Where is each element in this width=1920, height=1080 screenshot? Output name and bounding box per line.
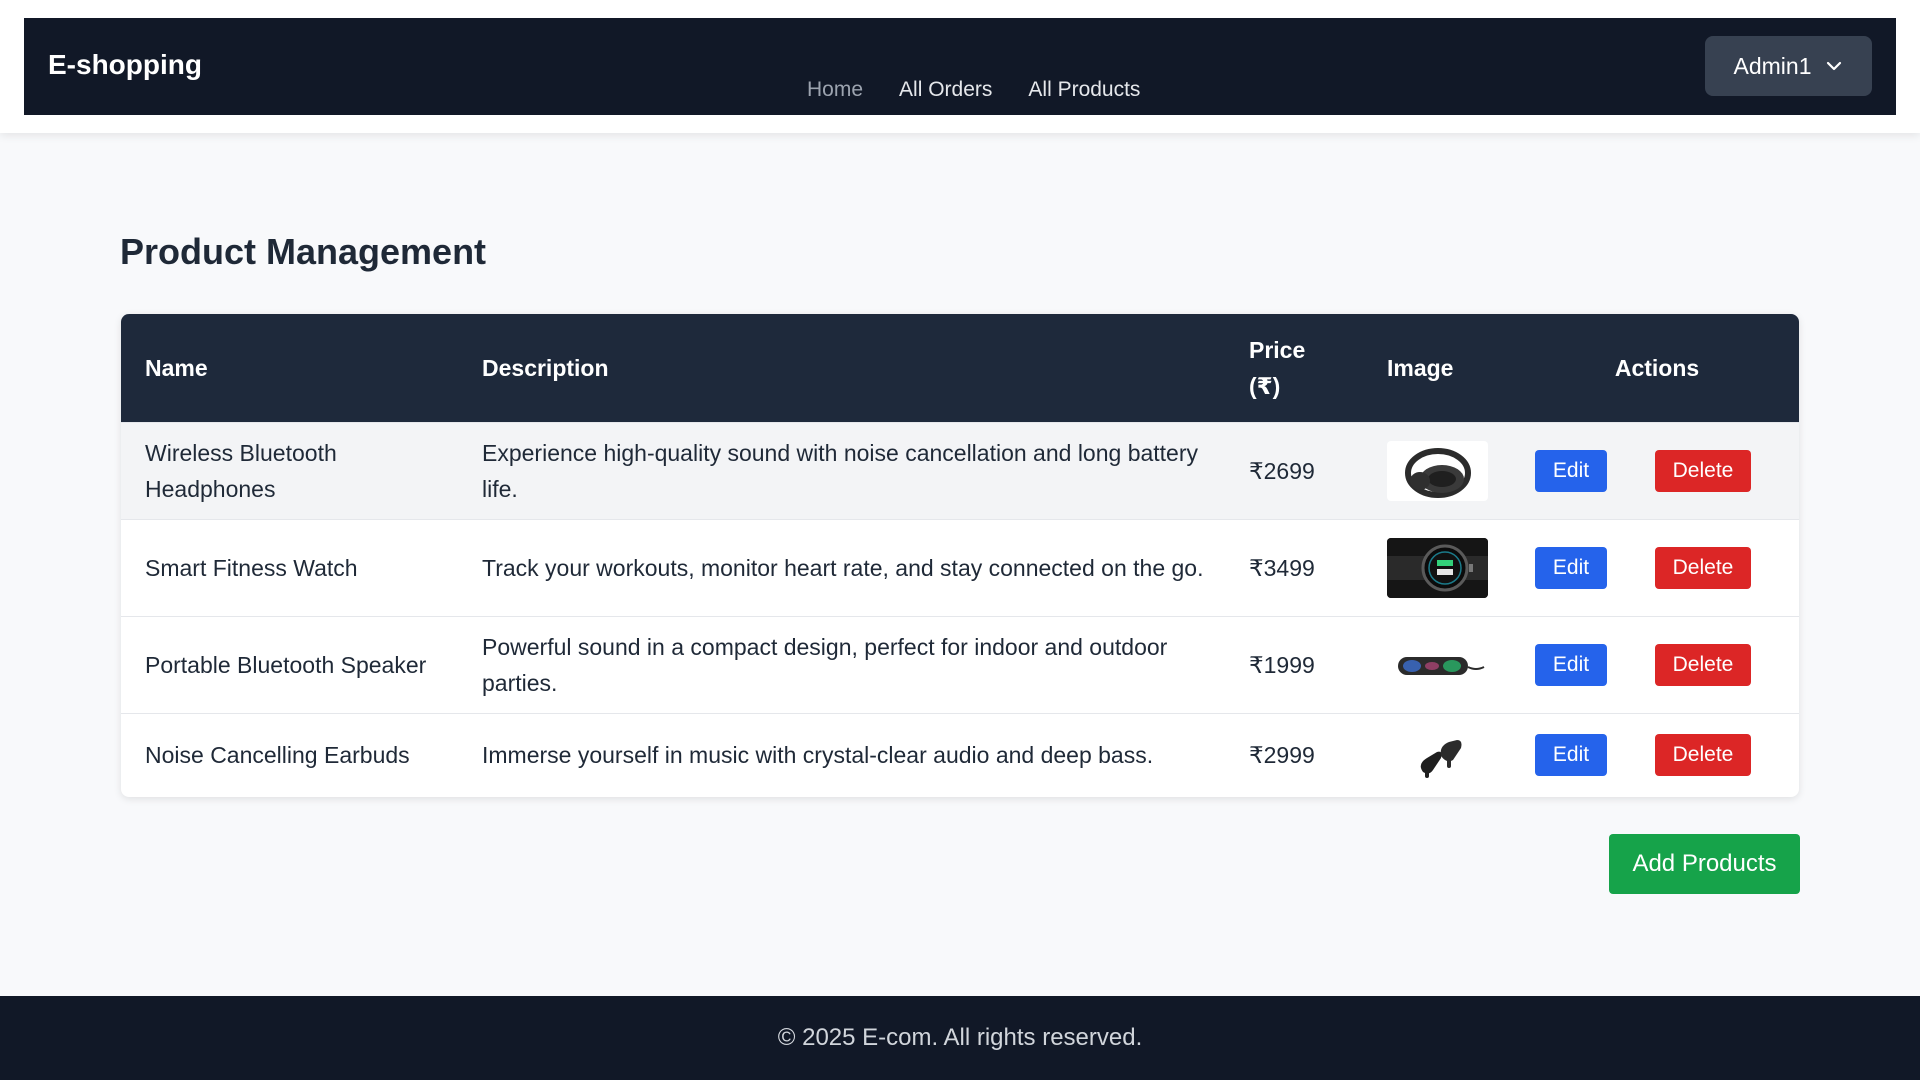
product-name: Wireless Bluetooth Headphones xyxy=(121,422,482,519)
brand-logo[interactable]: E-shopping xyxy=(48,51,202,79)
table-row: Wireless Bluetooth Headphones Experience… xyxy=(121,422,1799,519)
product-image-cell xyxy=(1387,422,1535,519)
price-header-text: Price (₹) xyxy=(1249,336,1306,399)
earbuds-icon xyxy=(1387,725,1488,786)
chevron-down-icon xyxy=(1827,61,1842,71)
product-table-card: Name Description Price (₹) Image Actions… xyxy=(121,314,1799,797)
edit-button[interactable]: Edit xyxy=(1535,546,1607,589)
delete-button[interactable]: Delete xyxy=(1655,643,1751,686)
edit-button[interactable]: Edit xyxy=(1535,449,1607,492)
product-name: Portable Bluetooth Speaker xyxy=(145,651,427,678)
product-image-cell xyxy=(1387,713,1535,797)
headphones-icon xyxy=(1387,440,1488,501)
navbar: E-shopping Home All Orders All Products … xyxy=(24,18,1896,115)
nav-home[interactable]: Home xyxy=(807,79,863,100)
product-image-cell xyxy=(1387,519,1535,616)
product-name-text: Wireless Bluetooth Headphones xyxy=(145,439,337,502)
column-header-name: Name xyxy=(145,354,208,381)
product-image-cell xyxy=(1387,616,1535,713)
product-price: ₹1999 xyxy=(1249,651,1315,678)
nav-links: Home All Orders All Products xyxy=(807,79,1140,100)
add-products-button[interactable]: Add Products xyxy=(1609,834,1800,894)
user-menu-button[interactable]: Admin1 xyxy=(1705,36,1872,96)
column-header-image: Image xyxy=(1387,354,1454,381)
row-actions: Edit Delete xyxy=(1535,519,1799,616)
table-row: Portable Bluetooth Speaker Powerful soun… xyxy=(121,616,1799,713)
smartwatch-icon xyxy=(1387,537,1488,598)
edit-button[interactable]: Edit xyxy=(1535,734,1607,777)
row-actions: Edit Delete xyxy=(1535,616,1799,713)
table-row: Smart Fitness Watch Track your workouts,… xyxy=(121,519,1799,616)
footer-copyright: © 2025 E-com. All rights reserved. xyxy=(777,1024,1143,1051)
page-title: Product Management xyxy=(120,231,487,272)
row-actions-group: Edit Delete xyxy=(1535,546,1799,589)
footer: © 2025 E-com. All rights reserved. xyxy=(0,996,1920,1080)
row-actions-group: Edit Delete xyxy=(1535,449,1799,492)
row-actions: Edit Delete xyxy=(1535,422,1799,519)
column-header-price: Price (₹) xyxy=(1249,314,1387,422)
row-actions: Edit Delete xyxy=(1535,713,1799,797)
edit-button[interactable]: Edit xyxy=(1535,643,1607,686)
header: E-shopping Home All Orders All Products … xyxy=(0,0,1920,133)
nav-all-products[interactable]: All Products xyxy=(1028,79,1140,100)
table-row: Noise Cancelling Earbuds Immerse yoursel… xyxy=(121,713,1799,797)
user-menu-label: Admin1 xyxy=(1733,52,1812,79)
row-actions-group: Edit Delete xyxy=(1535,643,1799,686)
product-description: Track your workouts, monitor heart rate,… xyxy=(482,554,1204,581)
product-price: ₹2999 xyxy=(1249,742,1315,769)
column-header-actions: Actions xyxy=(1614,354,1700,381)
page: E-shopping Home All Orders All Products … xyxy=(0,0,1920,1080)
row-actions-group: Edit Delete xyxy=(1535,734,1799,777)
column-header-description: Description xyxy=(482,354,609,381)
product-description: Experience high-quality sound with noise… xyxy=(482,439,1199,502)
delete-button[interactable]: Delete xyxy=(1655,734,1751,777)
product-name: Smart Fitness Watch xyxy=(145,554,358,581)
table-header-row: Name Description Price (₹) Image Actions xyxy=(121,314,1799,422)
delete-button[interactable]: Delete xyxy=(1655,546,1751,589)
speaker-icon xyxy=(1387,634,1488,695)
product-name: Noise Cancelling Earbuds xyxy=(145,742,410,769)
product-price: ₹3499 xyxy=(1249,554,1315,581)
product-description: Powerful sound in a compact design, perf… xyxy=(482,633,1168,696)
product-description: Immerse yourself in music with crystal-c… xyxy=(482,742,1154,769)
product-table: Name Description Price (₹) Image Actions… xyxy=(121,314,1799,797)
product-price: ₹2699 xyxy=(1249,457,1315,484)
nav-all-orders[interactable]: All Orders xyxy=(899,79,992,100)
delete-button[interactable]: Delete xyxy=(1655,449,1751,492)
